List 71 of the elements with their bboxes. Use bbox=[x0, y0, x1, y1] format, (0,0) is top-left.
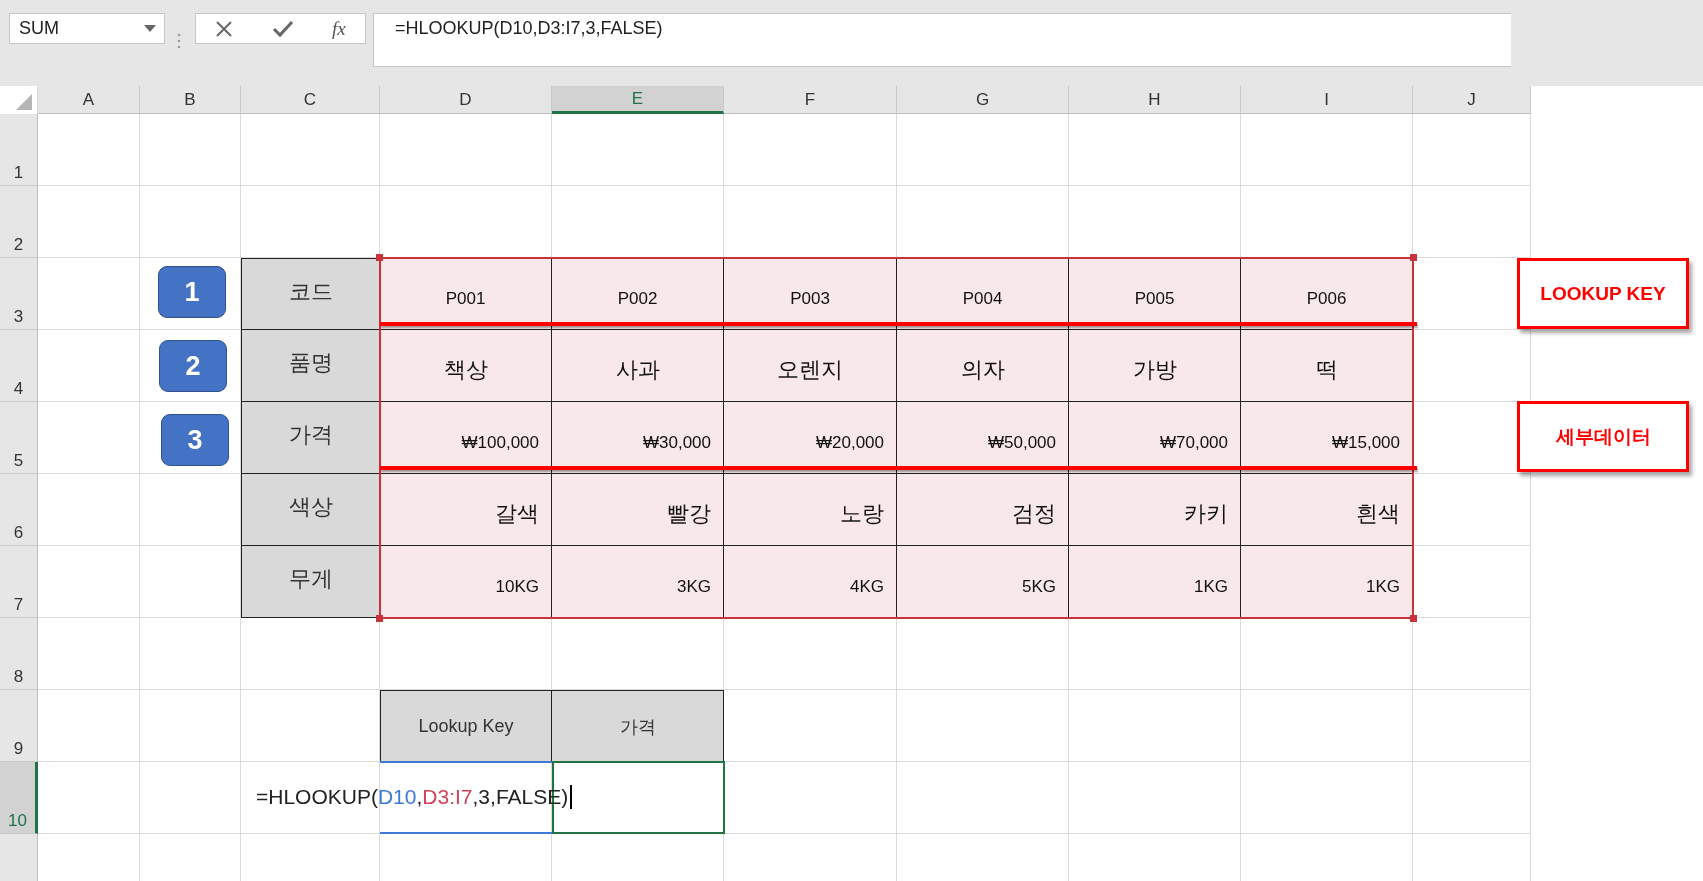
row-label-cell: 무게 bbox=[241, 546, 380, 618]
table-cell: P005 bbox=[1069, 258, 1241, 330]
table-cell: P001 bbox=[380, 258, 552, 330]
number-badge: 3 bbox=[161, 414, 229, 466]
table-cell: 책상 bbox=[380, 330, 552, 402]
column-header[interactable]: A bbox=[38, 86, 140, 114]
row-header[interactable]: 10 bbox=[0, 762, 38, 834]
column-header[interactable]: D bbox=[380, 86, 552, 114]
column-header[interactable]: C bbox=[241, 86, 380, 114]
column-header[interactable]: J bbox=[1413, 86, 1531, 114]
table-cell: 3KG bbox=[552, 546, 724, 618]
table-cell: 빨강 bbox=[552, 474, 724, 546]
text-cursor bbox=[570, 785, 572, 809]
row-label-cell: 코드 bbox=[241, 258, 380, 330]
table-cell: P004 bbox=[897, 258, 1069, 330]
number-badge: 2 bbox=[159, 340, 227, 392]
row-header[interactable]: 4 bbox=[0, 330, 38, 402]
table-cell: 4KG bbox=[724, 546, 897, 618]
table-cell: 갈색 bbox=[380, 474, 552, 546]
table-cell: ₩30,000 bbox=[552, 402, 724, 474]
table-cell: 의자 bbox=[897, 330, 1069, 402]
column-header[interactable]: B bbox=[140, 86, 241, 114]
header-cell: Lookup Key bbox=[380, 690, 552, 762]
column-header[interactable]: I bbox=[1241, 86, 1413, 114]
table-cell: P002 bbox=[552, 258, 724, 330]
row-header[interactable]: 2 bbox=[0, 186, 38, 258]
table-cell: 10KG bbox=[380, 546, 552, 618]
table-cell: ₩15,000 bbox=[1241, 402, 1413, 474]
formula-input[interactable]: =HLOOKUP(D10,D3:I7,3,FALSE) bbox=[373, 13, 1511, 67]
table-cell: 가방 bbox=[1069, 330, 1241, 402]
callout-box: 세부데이터 bbox=[1517, 401, 1689, 472]
table-cell: 검정 bbox=[897, 474, 1069, 546]
row-header[interactable]: 1 bbox=[0, 114, 38, 186]
row-label-cell: 품명 bbox=[241, 330, 380, 402]
table-cell: P006 bbox=[1241, 258, 1413, 330]
column-header[interactable]: F bbox=[724, 86, 897, 114]
table-cell: 사과 bbox=[552, 330, 724, 402]
table-cell: 1KG bbox=[1069, 546, 1241, 618]
row-label-cell: 색상 bbox=[241, 474, 380, 546]
table-cell: ₩20,000 bbox=[724, 402, 897, 474]
row-header[interactable]: 3 bbox=[0, 258, 38, 330]
grip-icon bbox=[177, 32, 181, 49]
table-cell: 노랑 bbox=[724, 474, 897, 546]
row-header[interactable]: 6 bbox=[0, 474, 38, 546]
number-badge: 1 bbox=[158, 266, 226, 318]
table-cell: 5KG bbox=[897, 546, 1069, 618]
row-label-cell: 가격 bbox=[241, 402, 380, 474]
table-cell: ₩70,000 bbox=[1069, 402, 1241, 474]
callout-box: LOOKUP KEY bbox=[1517, 258, 1689, 329]
checkmark-icon[interactable] bbox=[271, 19, 294, 38]
table-cell: ₩50,000 bbox=[897, 402, 1069, 474]
close-icon[interactable] bbox=[215, 19, 234, 38]
table-cell: P003 bbox=[724, 258, 897, 330]
column-header[interactable]: G bbox=[897, 86, 1069, 114]
header-cell: 가격 bbox=[552, 690, 724, 762]
row-header[interactable]: 7 bbox=[0, 546, 38, 618]
table-cell: 카키 bbox=[1069, 474, 1241, 546]
table-cell: 오렌지 bbox=[724, 330, 897, 402]
row-header[interactable]: 5 bbox=[0, 402, 38, 474]
row-header[interactable]: 8 bbox=[0, 618, 38, 690]
dropdown-caret-icon[interactable] bbox=[144, 25, 156, 32]
column-header[interactable]: E bbox=[552, 86, 724, 114]
table-cell: ₩100,000 bbox=[380, 402, 552, 474]
row-header[interactable]: 9 bbox=[0, 690, 38, 762]
insert-function-button[interactable]: fx bbox=[332, 17, 346, 40]
name-box-value: SUM bbox=[19, 18, 59, 39]
name-box[interactable]: SUM bbox=[9, 13, 165, 44]
column-header[interactable]: H bbox=[1069, 86, 1241, 114]
table-cell: 흰색 bbox=[1241, 474, 1413, 546]
table-cell: 떡 bbox=[1241, 330, 1413, 402]
table-cell: 1KG bbox=[1241, 546, 1413, 618]
